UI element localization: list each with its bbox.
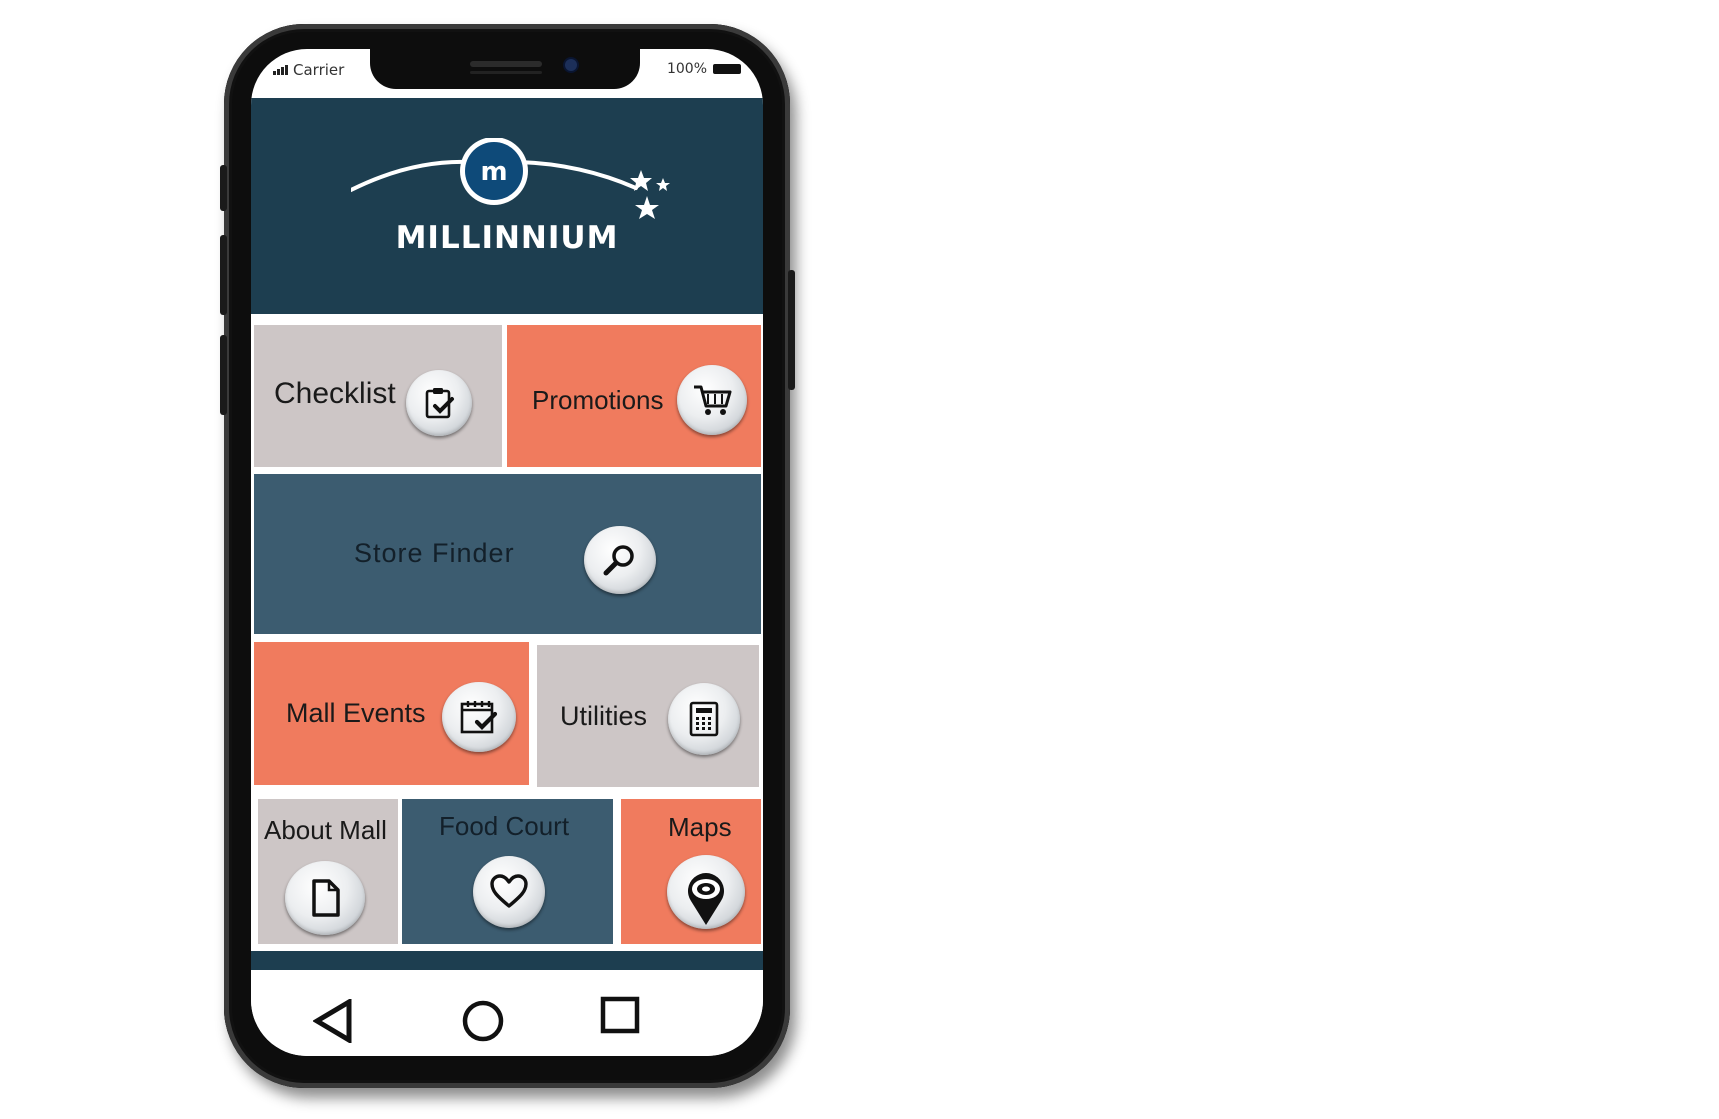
tile-food-court-label: Food Court [439,811,570,841]
phone-screen: Carrier 100% m MILLINNIUM Checklist Prom… [251,49,763,1056]
clipboard-check-icon[interactable] [406,370,472,436]
navigation-bar [251,970,763,1056]
recents-icon[interactable] [600,996,640,1036]
document-icon[interactable] [285,861,365,935]
calculator-icon[interactable] [668,683,740,755]
magnifier-icon[interactable] [584,526,656,594]
battery-label: 100% [666,61,707,77]
tile-food-court[interactable]: Food Court [402,799,613,944]
mute-switch [220,165,227,211]
front-camera [565,59,577,71]
tile-checklist-label: Checklist [274,377,396,410]
notch [370,49,640,89]
signal-icon [273,65,288,75]
tile-promotions-label: Promotions [532,385,664,415]
tile-mall-events[interactable]: Mall Events [254,642,529,785]
tile-about-mall-label: About Mall [264,815,387,845]
tile-utilities-label: Utilities [560,701,648,731]
volume-up-button [220,235,227,315]
home-icon[interactable] [462,1000,504,1042]
map-pin-icon[interactable] [667,855,745,929]
speaker [470,61,542,67]
tile-store-finder-label: Store Finder [354,538,515,568]
carrier-label: Carrier [293,61,345,79]
tile-store-finder[interactable]: Store Finder [254,474,761,634]
power-button [788,270,795,390]
back-icon[interactable] [313,999,353,1043]
app-header: m MILLINNIUM [251,98,763,314]
brand-name: MILLINNIUM [395,220,619,256]
tile-maps-label: Maps [668,812,732,842]
bottom-strip [251,951,763,970]
shopping-cart-icon[interactable] [677,365,747,435]
tile-promotions[interactable]: Promotions [507,325,761,467]
volume-down-button [220,335,227,415]
tile-utilities[interactable]: Utilities [537,645,759,787]
tile-maps[interactable]: Maps [621,799,761,944]
status-battery: 100% [667,61,741,77]
heart-icon[interactable] [473,856,545,928]
tile-mall-events-label: Mall Events [286,698,426,728]
tile-checklist[interactable]: Checklist [254,325,502,467]
svg-text:m: m [480,157,507,187]
calendar-check-icon[interactable] [442,682,516,752]
tile-about-mall[interactable]: About Mall [258,799,398,944]
sensor [470,71,542,74]
status-carrier: Carrier [273,61,344,79]
battery-icon [713,64,741,74]
